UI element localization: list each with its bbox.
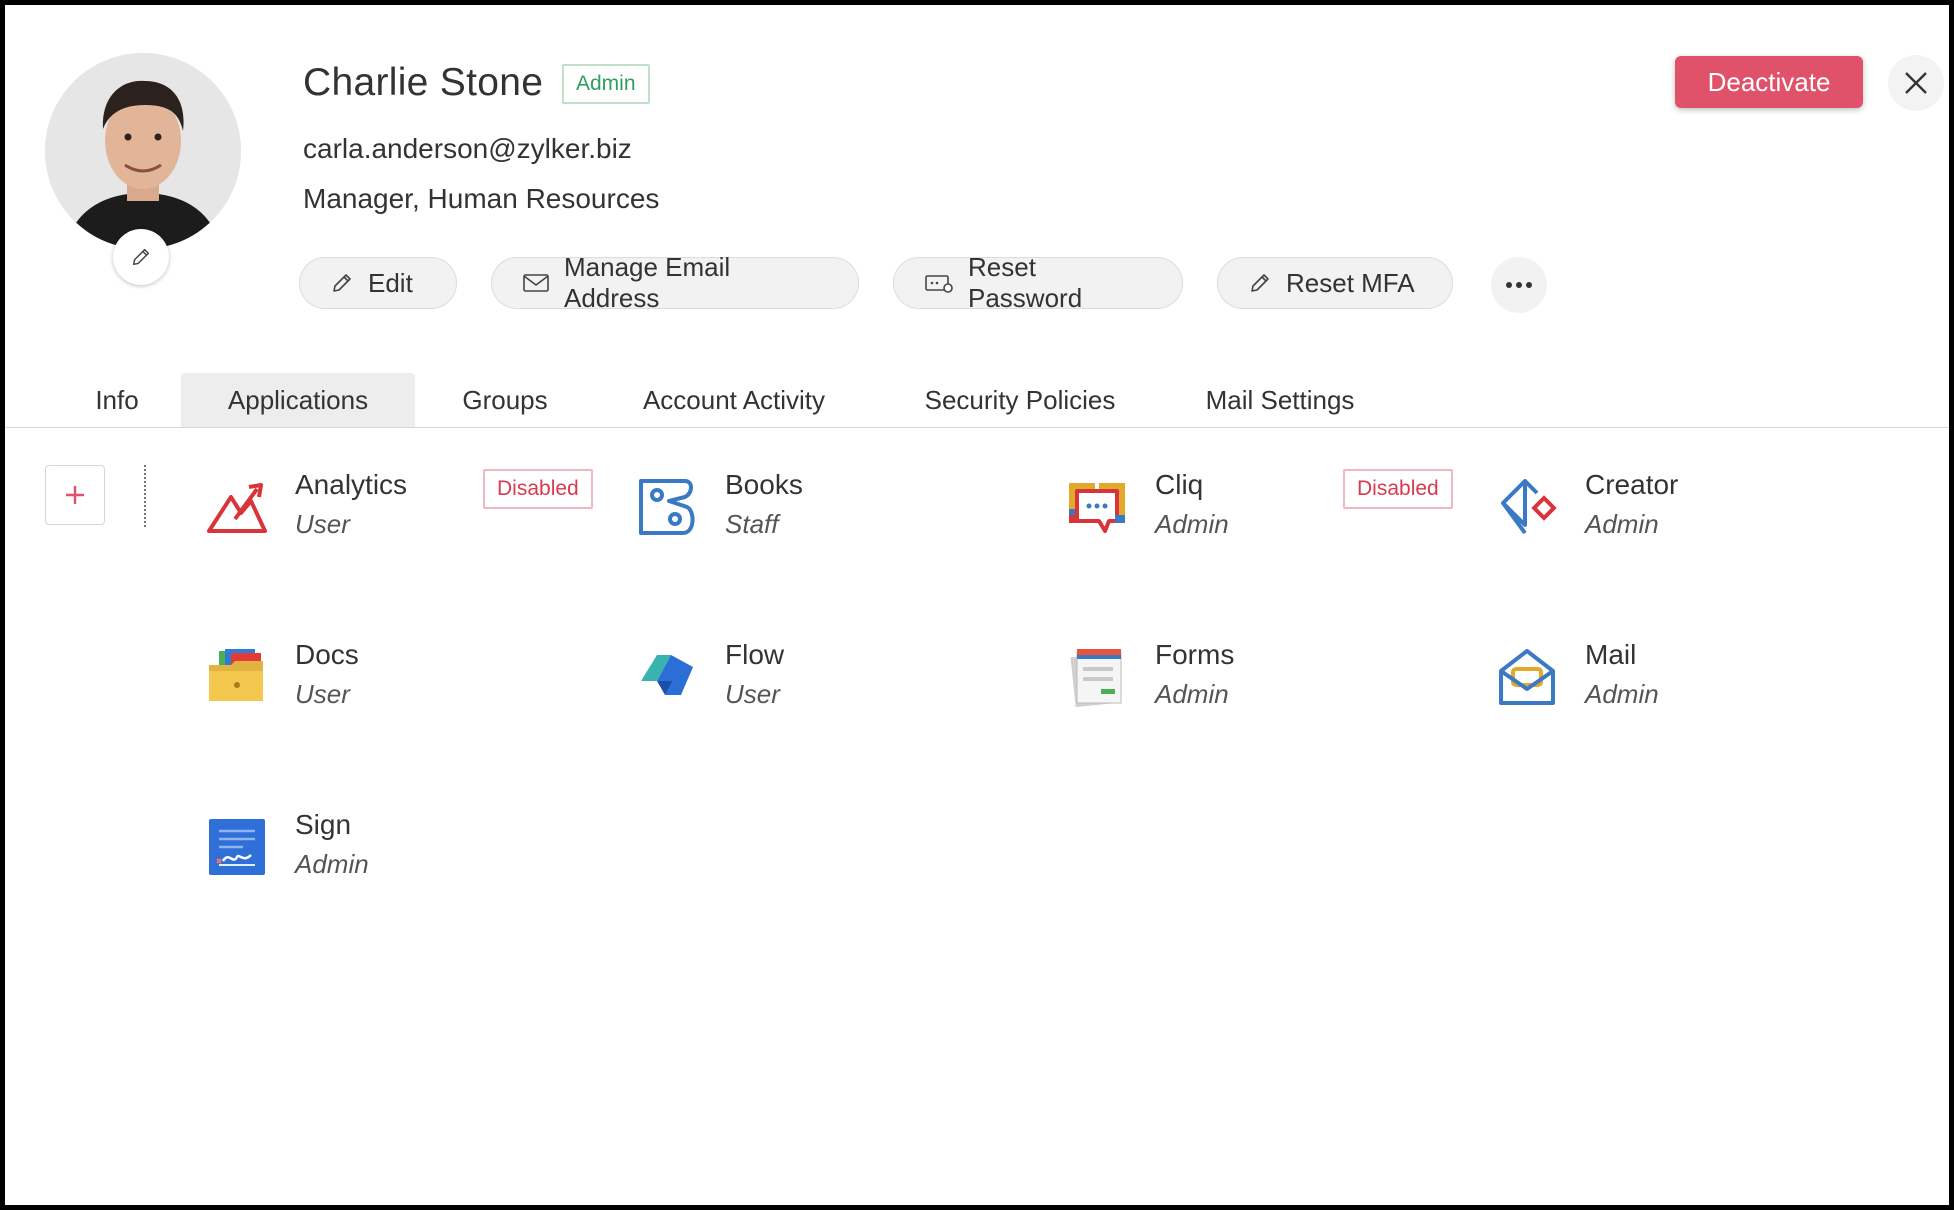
more-icon <box>1506 282 1532 288</box>
app-forms[interactable]: Forms Admin <box>1065 639 1485 739</box>
app-sign[interactable]: Sign Admin <box>205 809 625 909</box>
app-role: Staff <box>725 509 779 539</box>
user-photo <box>45 53 241 249</box>
disabled-badge: Disabled <box>483 469 593 509</box>
disabled-badge: Disabled <box>1343 469 1453 509</box>
app-role: Admin <box>1585 679 1659 709</box>
reset-mfa-label: Reset MFA <box>1286 267 1415 298</box>
plus-icon <box>66 486 84 504</box>
manage-email-label: Manage Email Address <box>564 252 731 313</box>
app-mail[interactable]: Mail Admin <box>1495 639 1915 739</box>
app-role: User <box>295 679 350 709</box>
app-name: Sign <box>295 809 352 840</box>
books-icon <box>639 479 695 535</box>
avatar <box>45 53 241 249</box>
tab-mail-settings[interactable]: Mail Settings <box>1191 373 1369 427</box>
edit-label: Edit <box>368 267 413 298</box>
app-books[interactable]: Books Staff <box>635 469 1055 569</box>
reset-password-label: Reset Password <box>968 252 1083 313</box>
more-actions-button[interactable] <box>1491 257 1547 313</box>
flow-icon <box>641 655 693 695</box>
avatar-edit-button[interactable] <box>113 229 169 285</box>
password-icon <box>925 275 953 293</box>
pencil-icon <box>132 248 150 266</box>
sign-icon <box>209 819 265 875</box>
deactivate-button[interactable]: Deactivate <box>1675 56 1863 108</box>
profile-tabs: Info Applications Groups Account Activit… <box>5 373 1949 427</box>
close-button[interactable] <box>1888 55 1944 111</box>
app-name: Cliq <box>1155 469 1204 500</box>
app-name: Forms <box>1155 639 1235 670</box>
cliq-icon <box>1069 483 1125 533</box>
app-name: Flow <box>725 639 785 670</box>
add-application-button[interactable] <box>45 465 105 525</box>
close-icon <box>1905 72 1927 94</box>
app-role: User <box>295 509 350 539</box>
tab-applications[interactable]: Applications <box>181 373 415 427</box>
mail-icon <box>1499 649 1555 705</box>
role-badge: Admin <box>562 64 650 104</box>
user-profile-panel: Charlie Stone Admin carla.anderson@zylke… <box>5 5 1949 1205</box>
app-role: Admin <box>295 849 369 879</box>
user-job-title: Manager, Human Resources <box>303 183 660 214</box>
user-name: Charlie Stone <box>303 61 544 104</box>
app-name: Mail <box>1585 639 1637 670</box>
app-name: Analytics <box>295 469 408 500</box>
tab-account-activity[interactable]: Account Activity <box>623 373 845 427</box>
app-role: Admin <box>1585 509 1659 539</box>
manage-email-button[interactable]: Manage Email Address <box>491 252 859 313</box>
app-name: Docs <box>295 639 359 670</box>
app-role: Admin <box>1155 509 1229 539</box>
app-name: Creator <box>1585 469 1679 500</box>
forms-icon <box>1070 649 1122 708</box>
reset-password-button[interactable]: Reset Password <box>893 252 1183 313</box>
pencil-icon <box>1251 274 1269 292</box>
app-role: Admin <box>1155 679 1229 709</box>
app-docs[interactable]: Docs User <box>205 639 625 739</box>
reset-mfa-button[interactable]: Reset MFA <box>1217 257 1453 309</box>
tab-groups[interactable]: Groups <box>445 373 565 427</box>
edit-button[interactable]: Edit <box>299 257 457 309</box>
envelope-icon <box>523 274 549 292</box>
app-analytics[interactable]: Analytics User Disabled <box>205 469 625 569</box>
app-creator[interactable]: Creator Admin <box>1495 469 1915 569</box>
app-cliq[interactable]: Cliq Admin Disabled <box>1065 469 1485 569</box>
user-email: carla.anderson@zylker.biz <box>303 133 632 164</box>
app-name: Books <box>725 469 803 500</box>
app-flow[interactable]: Flow User <box>635 639 1055 739</box>
app-role: User <box>725 679 780 709</box>
tab-info[interactable]: Info <box>65 373 169 427</box>
creator-icon <box>1501 479 1557 535</box>
divider <box>144 465 146 527</box>
pencil-icon <box>333 274 351 292</box>
tab-security-policies[interactable]: Security Policies <box>909 373 1131 427</box>
analytics-icon <box>207 483 267 533</box>
tabs-divider <box>5 427 1949 428</box>
docs-icon <box>209 649 263 701</box>
